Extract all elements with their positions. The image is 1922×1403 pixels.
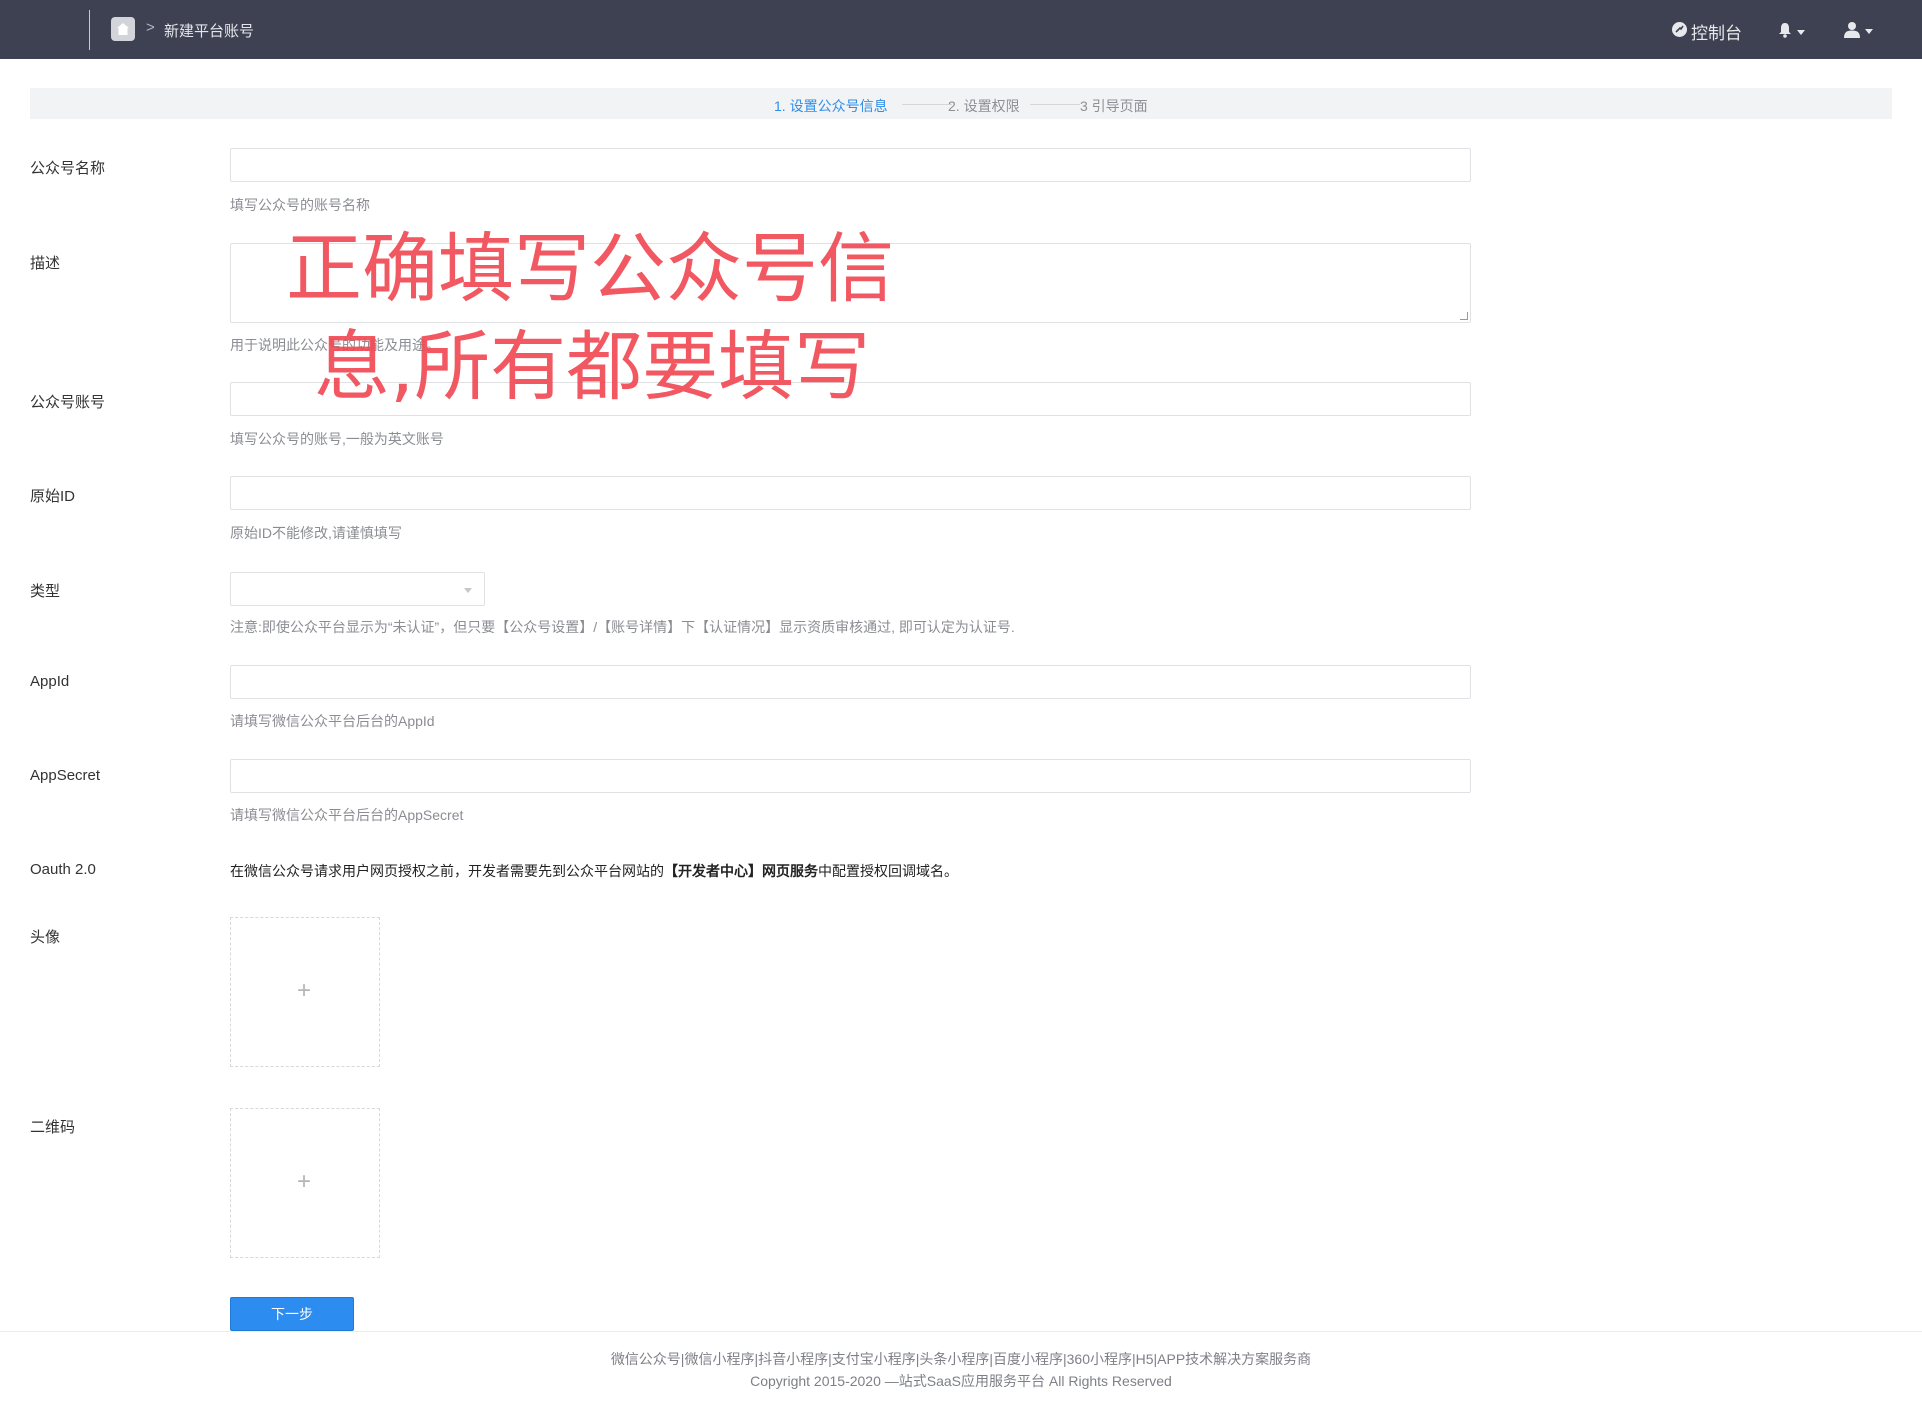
oauth-text-bold: 【开发者中心】网页服务	[664, 863, 818, 879]
oauth-note: 在微信公众号请求用户网页授权之前，开发者需要先到公众平台网站的【开发者中心】网页…	[230, 861, 958, 881]
notification-menu[interactable]	[1778, 22, 1805, 42]
type-label: 类型	[30, 583, 61, 600]
bell-icon	[1778, 22, 1792, 42]
oauth-label: Oauth 2.0	[30, 861, 96, 878]
footer-divider	[0, 1331, 1922, 1332]
footer-copyright: Copyright 2015-2020 —站式SaaS应用服务平台 All Ri…	[750, 1373, 1172, 1389]
console-link[interactable]: 控制台	[1671, 19, 1742, 44]
account-label: 公众号账号	[30, 394, 106, 411]
description-label: 描述	[30, 255, 61, 272]
chevron-down-icon	[464, 588, 472, 593]
qrcode-upload[interactable]: +	[230, 1108, 380, 1258]
appsecret-help: 请填写微信公众平台后台的AppSecret	[230, 807, 464, 823]
step-indicator: 1. 设置公众号信息 2. 设置权限 3 引导页面	[30, 88, 1892, 119]
avatar-label: 头像	[30, 929, 61, 946]
console-icon	[1671, 21, 1688, 43]
name-help: 填写公众号的账号名称	[230, 197, 370, 213]
home-icon[interactable]	[111, 17, 135, 41]
overlay-line-2: 息,所有都要填写	[314, 322, 871, 411]
resize-handle[interactable]	[1460, 312, 1468, 320]
next-step-button[interactable]: 下一步	[230, 1297, 354, 1331]
step-1: 1. 设置公众号信息	[774, 98, 888, 114]
plus-icon: +	[297, 977, 312, 1004]
step-2: 2. 设置权限	[948, 98, 1020, 114]
step-connector	[902, 104, 952, 105]
chevron-down-icon	[1865, 29, 1873, 34]
appid-help: 请填写微信公众平台后台的AppId	[230, 713, 435, 729]
name-input[interactable]	[230, 148, 1471, 182]
qrcode-label: 二维码	[30, 1119, 76, 1136]
chevron-down-icon	[1797, 29, 1805, 35]
type-help: 注意:即使公众平台显示为“未认证”，但只要【公众号设置】/【账号详情】下【认证情…	[230, 619, 1015, 635]
oauth-text-before: 在微信公众号请求用户网页授权之前，开发者需要先到公众平台网站的	[230, 863, 664, 879]
avatar-upload[interactable]: +	[230, 917, 380, 1067]
breadcrumb-separator: >	[146, 19, 155, 36]
account-help: 填写公众号的账号,一般为英文账号	[230, 431, 444, 447]
overlay-line-1: 正确填写公众号信	[286, 224, 894, 313]
overlay-annotation: 正确填写公众号信 息,所有都要填写	[286, 220, 894, 416]
appid-input[interactable]	[230, 665, 1471, 699]
original-id-help: 原始ID不能修改,请谨慎填写	[230, 525, 402, 541]
user-menu[interactable]	[1844, 21, 1873, 42]
console-label: 控制台	[1691, 24, 1742, 43]
name-label: 公众号名称	[30, 160, 106, 177]
oauth-text-after: 中配置授权回调域名。	[818, 863, 958, 879]
appsecret-label: AppSecret	[30, 767, 101, 784]
footer-links[interactable]: 微信公众号|微信小程序|抖音小程序|支付宝小程序|头条小程序|百度小程序|360…	[0, 1349, 1922, 1369]
type-select[interactable]	[230, 572, 485, 606]
appsecret-input[interactable]	[230, 759, 1471, 793]
nav-divider	[89, 10, 90, 50]
original-id-label: 原始ID	[30, 488, 76, 505]
top-nav-bar: > 新建平台账号 控制台	[0, 0, 1922, 59]
plus-icon: +	[297, 1168, 312, 1195]
breadcrumb-current: 新建平台账号	[164, 23, 255, 40]
appid-label: AppId	[30, 673, 70, 690]
user-icon	[1844, 21, 1860, 42]
step-connector	[1030, 104, 1080, 105]
original-id-input[interactable]	[230, 476, 1471, 510]
step-3: 3 引导页面	[1080, 98, 1148, 114]
